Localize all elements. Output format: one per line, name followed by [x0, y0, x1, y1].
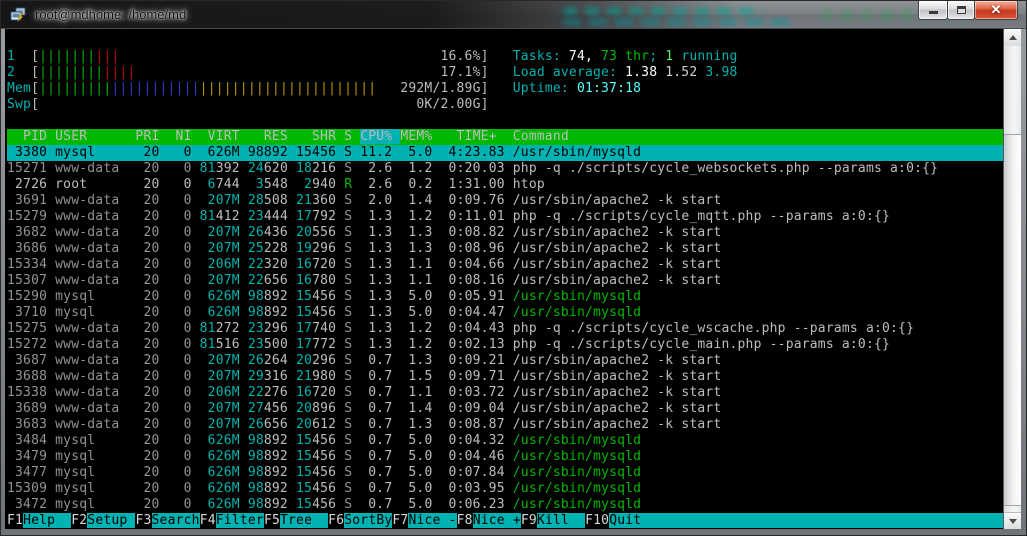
process-row-2726[interactable]: 2726 root 20 0 6744 3548 2940 R 2.6 0.2 … — [7, 177, 1003, 193]
fkey-label-filter[interactable]: Filter — [215, 513, 264, 528]
fkey-label-setup[interactable]: Setup — [87, 513, 136, 528]
process-row-15334[interactable]: 15334 www-data 20 0 206M 22320 16720 S 1… — [7, 257, 1003, 273]
window-title: root@mdhome: /home/md — [35, 7, 187, 22]
process-row-15309[interactable]: 15309 mysql 20 0 626M 98892 15456 S 0.7 … — [7, 481, 1003, 497]
fkey-label-quit[interactable]: Quit — [609, 513, 658, 528]
process-row-15307[interactable]: 15307 www-data 20 0 207M 22656 16780 S 1… — [7, 273, 1003, 289]
minimize-icon — [929, 11, 938, 14]
blank-line — [7, 33, 1003, 49]
putty-window: root@mdhome: /home/md ✕ 1 [|||||||||| 16… — [0, 0, 1027, 536]
scroll-down-icon — [1008, 518, 1017, 524]
process-row-3380[interactable]: 3380 mysql 20 0 626M 98892 15456 S 11.2 … — [7, 145, 1003, 161]
process-row-3686[interactable]: 3686 www-data 20 0 207M 25228 19296 S 1.… — [7, 241, 1003, 257]
window-controls: ✕ — [918, 1, 1018, 20]
process-row-15279[interactable]: 15279 www-data 20 0 81412 23444 17792 S … — [7, 209, 1003, 225]
fkey-F6[interactable]: F6 — [328, 513, 344, 528]
fkey-label-kill[interactable]: Kill — [536, 513, 586, 528]
close-icon: ✕ — [990, 2, 1002, 17]
process-row-3477[interactable]: 3477 mysql 20 0 626M 98892 15456 S 0.7 5… — [7, 465, 1003, 481]
process-row-15290[interactable]: 15290 mysql 20 0 626M 98892 15456 S 1.3 … — [7, 289, 1003, 305]
process-row-3479[interactable]: 3479 mysql 20 0 626M 98892 15456 S 0.7 5… — [7, 449, 1003, 465]
process-row-3687[interactable]: 3687 www-data 20 0 207M 26264 20296 S 0.… — [7, 353, 1003, 369]
process-row-3682[interactable]: 3682 www-data 20 0 207M 26436 20556 S 1.… — [7, 225, 1003, 241]
fkey-F4[interactable]: F4 — [200, 513, 216, 528]
glass-reflection — [563, 7, 763, 15]
process-row-3710[interactable]: 3710 mysql 20 0 626M 98892 15456 S 1.3 5… — [7, 305, 1003, 321]
cpu-memory-meters: 1 [|||||||||| 16.6%] Tasks: 74, 73 thr; … — [7, 49, 1003, 113]
close-button[interactable]: ✕ — [974, 1, 1018, 20]
fkey-F8[interactable]: F8 — [457, 513, 473, 528]
blank-line — [7, 113, 1003, 129]
cpu-meter-1: 1 [|||||||||| 16.6%] Tasks: 74, 73 thr; … — [7, 49, 738, 64]
fkey-F1[interactable]: F1 — [7, 513, 23, 528]
fkey-label-nice -[interactable]: Nice - — [408, 513, 457, 528]
title-bar[interactable]: root@mdhome: /home/md ✕ — [1, 1, 1026, 29]
process-row-3472[interactable]: 3472 mysql 20 0 626M 98892 15456 S 0.7 5… — [7, 497, 1003, 513]
process-row-3688[interactable]: 3688 www-data 20 0 207M 29316 21980 S 0.… — [7, 369, 1003, 385]
fkey-F2[interactable]: F2 — [71, 513, 87, 528]
function-key-bar[interactable]: F1Help F2Setup F3SearchF4FilterF5Tree F6… — [7, 513, 1003, 529]
putty-icon — [10, 7, 26, 23]
scrollbar-thumb[interactable] — [1004, 134, 1021, 506]
scroll-up-icon — [1008, 35, 1017, 40]
process-table: 3380 mysql 20 0 626M 98892 15456 S 11.2 … — [7, 145, 1003, 513]
scroll-up-button[interactable] — [1004, 29, 1021, 46]
minimize-button[interactable] — [918, 1, 948, 20]
process-table-header[interactable]: PID USER PRI NI VIRT RES SHR S CPU% MEM%… — [7, 129, 1003, 145]
scroll-down-button[interactable] — [1004, 512, 1021, 529]
fkey-F10[interactable]: F10 — [585, 513, 609, 528]
fkey-label-search[interactable]: Search — [151, 513, 200, 528]
swap-meter: Swp[ 0K/2.00G] — [7, 97, 489, 112]
fkey-F9[interactable]: F9 — [521, 513, 537, 528]
process-row-15272[interactable]: 15272 www-data 20 0 81516 23500 17772 S … — [7, 337, 1003, 353]
fkey-F7[interactable]: F7 — [392, 513, 408, 528]
process-row-3691[interactable]: 3691 www-data 20 0 207M 28508 21360 S 2.… — [7, 193, 1003, 209]
process-row-3683[interactable]: 3683 www-data 20 0 207M 26656 20612 S 0.… — [7, 417, 1003, 433]
cpu-meter-2: 2 [|||||||||||| 17.1%] Load average: 1.3… — [7, 65, 738, 80]
process-row-15275[interactable]: 15275 www-data 20 0 81272 23296 17740 S … — [7, 321, 1003, 337]
fkey-F5[interactable]: F5 — [264, 513, 280, 528]
process-row-15271[interactable]: 15271 www-data 20 0 81392 24620 18216 S … — [7, 161, 1003, 177]
fkey-F3[interactable]: F3 — [135, 513, 151, 528]
maximize-icon — [957, 6, 966, 14]
glass-reflection — [563, 18, 793, 26]
process-row-3484[interactable]: 3484 mysql 20 0 626M 98892 15456 S 0.7 5… — [7, 433, 1003, 449]
memory-meter: Mem[||||||||||||||||||||||||||||||||||||… — [7, 81, 642, 96]
scrollbar[interactable] — [1003, 29, 1021, 529]
fkey-label-help[interactable]: Help — [23, 513, 72, 528]
fkey-label-sortby[interactable]: SortBy — [344, 513, 393, 528]
maximize-button[interactable] — [947, 1, 975, 20]
terminal-content: 1 [|||||||||| 16.6%] Tasks: 74, 73 thr; … — [5, 29, 1003, 529]
fkey-label-nice +[interactable]: Nice + — [472, 513, 521, 528]
fkey-label-tree[interactable]: Tree — [280, 513, 329, 528]
process-row-3689[interactable]: 3689 www-data 20 0 207M 27456 20896 S 0.… — [7, 401, 1003, 417]
process-row-15338[interactable]: 15338 www-data 20 0 206M 22276 16720 S 0… — [7, 385, 1003, 401]
